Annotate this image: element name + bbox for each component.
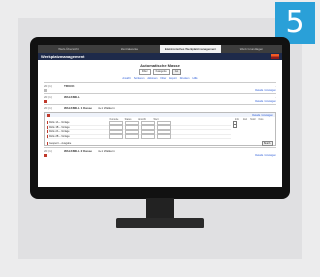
browser-tab[interactable]: Zentralwerke: [99, 45, 160, 53]
column-header: Zeit: [243, 118, 247, 121]
table-row: Rolle 2B – Vorlage: [47, 134, 231, 140]
link[interactable]: Hilfe: [192, 77, 197, 80]
action-links: Ansicht Sortieren Aktionen Filter Export…: [44, 77, 276, 80]
filter-bar: Filter Kategorie Go: [44, 69, 276, 75]
column-header: Foto: [258, 118, 264, 121]
browser-tab-bar: Werk-Übersicht Zentralwerke Elektronisch…: [38, 45, 282, 53]
section-name: TRUCK: [64, 84, 75, 88]
link[interactable]: Drucken: [180, 77, 190, 80]
link[interactable]: Ansicht: [122, 77, 131, 80]
page-heading: Automatische Masse: [140, 63, 180, 68]
filter-select[interactable]: Filter: [138, 69, 151, 75]
link[interactable]: Sortieren: [134, 77, 145, 80]
section-name: WALKMILL: [64, 95, 80, 99]
value-input[interactable]: [109, 134, 123, 139]
section-number: 20 (1): [44, 149, 52, 154]
value-input[interactable]: [125, 134, 139, 139]
app-title: Werkplatzmanagement: [41, 54, 85, 59]
row-label: Rolle 2B – Vorlage: [47, 135, 109, 139]
section-row: 20 (1) WALKMILL 2 Kasse 4+1 Walkern Deta…: [44, 147, 276, 158]
expanded-panel: Details / Anzeigen Konsole Status Ansich…: [44, 112, 276, 147]
section-row: 20 (1) WALKMILL 1 Kasse 4+1 Walkern: [44, 104, 276, 111]
status-square-icon: [44, 100, 47, 103]
details-link[interactable]: Details / Anzeigen: [255, 100, 276, 103]
edit-button[interactable]: Bearb.: [261, 140, 273, 146]
browser-tab-active[interactable]: Elektronisches Werkplatzmanagement: [160, 45, 221, 53]
section-count: -: [275, 95, 276, 99]
section-extra: 4+1 Walkern: [97, 106, 115, 110]
section-number: 20 (1): [44, 106, 52, 110]
status-square-icon: [47, 113, 50, 117]
section-row: 20 (1) WALKMILL - Details / Anzeigen: [44, 93, 276, 104]
status-square-icon: [44, 89, 47, 92]
browser-tab[interactable]: Werk-Übersicht: [38, 45, 99, 53]
row-label: Rolle 1A – Vorlage: [47, 121, 109, 125]
browser-tab[interactable]: Werk Grundlagen: [221, 45, 282, 53]
brand-logo-icon: [271, 54, 279, 59]
value-input[interactable]: [141, 134, 155, 139]
link[interactable]: Aktionen: [147, 77, 157, 80]
details-link[interactable]: Details / Anzeigen: [255, 89, 276, 92]
section-name: WALKMILL 1 Kasse: [64, 106, 92, 110]
gesperrt-label: Gesperrt – Ausgabe: [47, 141, 149, 145]
link[interactable]: Export: [169, 77, 177, 80]
section-row: 20 (1) TRUCK - Details / Anzeigen: [44, 82, 276, 93]
link[interactable]: Filter: [161, 77, 167, 80]
details-link[interactable]: Details / Anzeigen: [255, 154, 276, 157]
monitor-screen: Werk-Übersicht Zentralwerke Elektronisch…: [38, 45, 282, 187]
checkbox[interactable]: [233, 124, 237, 129]
app-title-bar: Werkplatzmanagement: [38, 53, 282, 60]
row-label: Rolle 1B – Vorlage: [47, 125, 109, 129]
category-select[interactable]: Kategorie: [152, 69, 170, 75]
section-count: -: [275, 84, 276, 88]
main-content: Automatische Masse Filter Kategorie Go A…: [38, 60, 282, 158]
entry-table: Konsole Status Ansicht Wert Rolle 1A – V…: [47, 118, 231, 140]
section-number: 20 (1): [44, 95, 52, 99]
column-header: Notiz: [250, 118, 256, 121]
status-square-icon: [44, 154, 47, 158]
value-input[interactable]: [157, 134, 171, 139]
monitor-stand-neck: [146, 198, 174, 220]
section-extra: 4+1 Walkern: [97, 149, 115, 154]
go-button[interactable]: Go: [171, 69, 182, 75]
row-label: Rolle 2A – Vorlage: [47, 130, 109, 134]
details-link[interactable]: Details / Anzeigen: [252, 114, 273, 117]
section-number: 20 (1): [44, 84, 52, 88]
section-name: WALKMILL 2 Kasse: [64, 149, 92, 154]
side-checkbox-table: Info Zeit Notiz Foto: [233, 118, 273, 139]
monitor-stand-base: [116, 218, 204, 228]
